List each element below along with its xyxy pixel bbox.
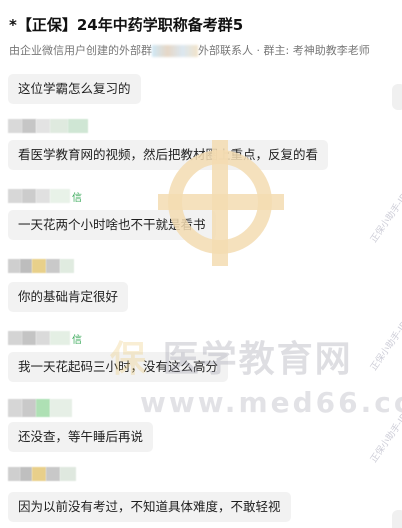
subtitle-prefix: 由企业微信用户创建的外部群 (9, 44, 152, 57)
sender-name-redacted (8, 466, 76, 482)
message-bubble[interactable]: 因为以前没有考过，不知道具体难度，不敢轻视 (8, 492, 291, 522)
message-text: 我一天花起码三小时，没有这么高分 (18, 359, 219, 374)
message-text: 还没查，等午睡后再说 (18, 429, 144, 444)
sender-name-redacted (8, 118, 88, 134)
message-bubble[interactable]: 看医学教育网的视频，然后把教材圈上重点，反复的看 (8, 140, 329, 170)
sender-name-redacted (8, 398, 72, 418)
message-list[interactable]: 这位学霸怎么复习的 看医学教育网的视频，然后把教材圈上重点，反复的看 信 一天花… (0, 64, 402, 528)
sender-name-redacted: 信 (8, 330, 82, 346)
group-subtitle: 由企业微信用户创建的外部群 外部联系人 · 群主: 考神助教李老师 (9, 42, 370, 58)
message-bubble[interactable]: 还没查，等午睡后再说 (8, 422, 154, 452)
right-avatar[interactable] (392, 84, 402, 110)
sender-name-redacted: 信 (8, 188, 82, 204)
redacted-name (152, 45, 198, 57)
message-bubble[interactable]: 你的基础肯定很好 (8, 282, 129, 312)
message-bubble[interactable]: 一天花两个小时啥也不干就是看书 (8, 210, 216, 240)
message-text: 一天花两个小时啥也不干就是看书 (18, 217, 206, 232)
message-bubble[interactable]: 这位学霸怎么复习的 (8, 74, 141, 104)
message-text: 你的基础肯定很好 (18, 289, 119, 304)
right-avatar[interactable] (392, 510, 402, 528)
chat-header: *【正保】24年中药学职称备考群5 由企业微信用户创建的外部群 外部联系人 · 群… (0, 0, 402, 64)
message-text: 看医学教育网的视频，然后把教材圈上重点，反复的看 (18, 147, 319, 162)
subtitle-suffix: 外部联系人 · 群主: 考神助教李老师 (198, 44, 370, 57)
message-text: 这位学霸怎么复习的 (18, 81, 131, 96)
message-text: 因为以前没有考过，不知道具体难度，不敢轻视 (18, 499, 281, 514)
sender-tag: 信 (72, 192, 82, 204)
sender-tag: 信 (72, 334, 82, 346)
message-bubble[interactable]: 我一天花起码三小时，没有这么高分 (8, 352, 229, 382)
group-title[interactable]: *【正保】24年中药学职称备考群5 (9, 14, 243, 35)
sender-name-redacted (8, 258, 74, 274)
